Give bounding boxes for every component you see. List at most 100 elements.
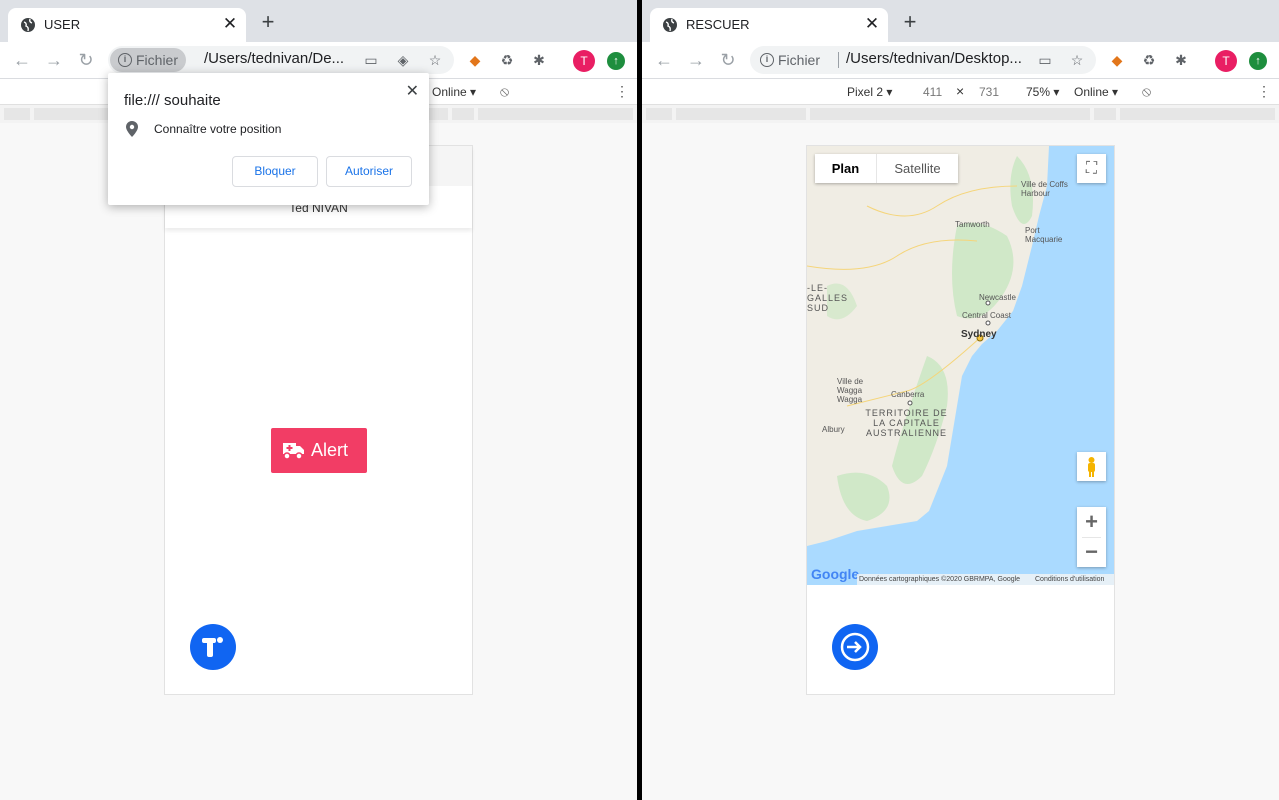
profile-avatar[interactable]: T [573, 50, 595, 72]
zoom-select[interactable]: 75% ▾ [1026, 85, 1059, 99]
map-label-port-macquarie: Port Macquarie [1025, 226, 1063, 244]
new-tab-button[interactable]: + [900, 11, 920, 33]
tab-strip: USER ✕ + [0, 0, 637, 42]
rescuer-browser-window: RESCUER ✕ + ← → ↻ i Fichier /Users/tedni… [642, 0, 1279, 800]
map-label-tamworth: Tamworth [955, 220, 990, 229]
ruler-bar [642, 105, 1279, 123]
network-throttle-select[interactable]: Online ▾ [432, 85, 476, 99]
device-toolbar: Pixel 2 ▾ 411 × 731 75% ▾ Online ▾ ⦸ ⋮ [642, 79, 1279, 105]
address-bar[interactable]: i Fichier /Users/tednivan/Desktop... ▭ ☆ [750, 46, 1096, 74]
recycle-icon[interactable]: ♻ [498, 51, 516, 69]
cast-icon[interactable]: ▭ [362, 51, 380, 69]
zoom-in-button[interactable]: + [1077, 507, 1106, 537]
google-map[interactable]: Ville de Coffs Harbour Tamworth Port Mac… [807, 146, 1114, 585]
t-logo-icon [202, 637, 223, 657]
info-icon: i [118, 53, 132, 67]
map-label-canberra: Canberra [891, 390, 925, 399]
alert-label: Alert [311, 440, 349, 460]
metamask-icon[interactable]: ◆ [466, 51, 484, 69]
update-icon[interactable]: ↑ [1249, 52, 1267, 70]
map-type-satellite[interactable]: Satellite [877, 154, 958, 183]
zoom-out-button[interactable]: − [1077, 537, 1106, 567]
tab-strip: RESCUER ✕ + [642, 0, 1279, 42]
tab-title: RESCUER [686, 17, 750, 32]
url-text: /Users/tednivan/Desktop... [846, 50, 1022, 67]
map-type-plan[interactable]: Plan [815, 154, 877, 183]
map-terms-link[interactable]: Conditions d'utilisation [1035, 574, 1104, 585]
popup-close-icon[interactable]: ✕ [406, 81, 419, 101]
device-select[interactable]: Pixel 2 ▾ [847, 85, 892, 99]
extension-bug-icon[interactable]: ✱ [1172, 51, 1190, 69]
cast-icon[interactable]: ▭ [1036, 51, 1054, 69]
tab-rescuer[interactable]: RESCUER ✕ [650, 8, 888, 42]
update-icon[interactable]: ↑ [607, 52, 625, 70]
tab-title: USER [44, 17, 81, 32]
map-terrain [807, 146, 1114, 585]
allow-button[interactable]: Autoriser [326, 156, 412, 187]
street-view-pegman-icon[interactable] [1077, 452, 1106, 481]
info-icon: i [760, 53, 774, 67]
popup-title: file:/// souhaite [124, 92, 221, 109]
map-label-wagga: Ville de Wagga Wagga [837, 377, 864, 404]
popup-request-text: Connaître votre position [154, 122, 282, 136]
map-label-newcastle: Newcastle [979, 293, 1016, 302]
globe-icon [663, 18, 677, 32]
metamask-icon[interactable]: ◆ [1108, 51, 1126, 69]
map-data-attribution: Données cartographiques ©2020 GBRMPA, Go… [859, 576, 1021, 583]
login-fab-button[interactable] [832, 624, 878, 670]
bookmark-star-icon[interactable]: ☆ [426, 51, 444, 69]
rotate-icon[interactable]: ⦸ [1142, 83, 1151, 100]
map-label-coffs: Ville de Coffs Harbour [1021, 180, 1068, 198]
chip-label: Fichier [778, 52, 821, 68]
sign-in-icon [840, 632, 870, 662]
tab-user[interactable]: USER ✕ [8, 8, 246, 42]
more-options-icon[interactable]: ⋮ [615, 83, 629, 100]
map-label-nsw: -LE-GALLES SUD [807, 283, 849, 313]
rotate-icon[interactable]: ⦸ [500, 83, 509, 100]
dimension-separator: × [956, 83, 965, 99]
chip-label: Fichier [136, 52, 179, 68]
google-logo[interactable]: Google [811, 566, 859, 582]
block-button[interactable]: Bloquer [232, 156, 318, 187]
zoom-control: + − [1077, 507, 1106, 567]
network-throttle-select[interactable]: Online ▾ [1074, 85, 1118, 99]
map-label-albury: Albury [822, 425, 845, 434]
new-tab-button[interactable]: + [258, 11, 278, 33]
user-app-viewport: Ted NIVAN Alert [164, 145, 473, 695]
location-pin-icon [126, 121, 138, 137]
profile-fab-button[interactable] [190, 624, 236, 670]
address-bar[interactable]: i Fichier /Users/tednivan/De... ▭ ◈ ☆ [108, 46, 454, 74]
profile-avatar[interactable]: T [1215, 50, 1237, 72]
reload-icon[interactable]: ↻ [718, 50, 738, 70]
browser-toolbar: ← → ↻ i Fichier /Users/tednivan/Desktop.… [642, 42, 1279, 79]
alert-button[interactable]: Alert [271, 428, 367, 473]
site-info-chip[interactable]: i Fichier [752, 48, 828, 72]
user-browser-window: USER ✕ + ← → ↻ i Fichier /Users/tednivan… [0, 0, 637, 800]
map-type-control: Plan Satellite [815, 154, 958, 183]
site-info-chip[interactable]: i Fichier [110, 48, 187, 72]
close-tab-icon[interactable]: ✕ [222, 15, 238, 33]
ambulance-icon [283, 443, 304, 460]
forward-icon[interactable]: → [686, 50, 706, 70]
map-label-central-coast: Central Coast [962, 311, 1011, 320]
viewport-width[interactable]: 411 [923, 85, 942, 99]
back-icon[interactable]: ← [12, 50, 32, 70]
extension-bug-icon[interactable]: ✱ [530, 51, 548, 69]
map-label-act: TERRITOIRE DE LA CAPITALE AUSTRALIENNE [865, 408, 948, 438]
fullscreen-icon[interactable]: ⛶ [1077, 154, 1106, 183]
location-permission-popup: file:/// souhaite ✕ Connaître votre posi… [108, 73, 429, 205]
reload-icon[interactable]: ↻ [76, 50, 96, 70]
url-text: /Users/tednivan/De... [204, 50, 345, 67]
more-options-icon[interactable]: ⋮ [1257, 83, 1271, 100]
back-icon[interactable]: ← [654, 50, 674, 70]
forward-icon[interactable]: → [44, 50, 64, 70]
map-label-sydney: Sydney [961, 329, 997, 340]
globe-icon [21, 18, 35, 32]
location-blocked-icon[interactable]: ◈ [394, 51, 412, 69]
bookmark-star-icon[interactable]: ☆ [1068, 51, 1086, 69]
close-tab-icon[interactable]: ✕ [864, 15, 880, 33]
map-attribution-bar: Données cartographiques ©2020 GBRMPA, Go… [857, 574, 1114, 585]
recycle-icon[interactable]: ♻ [1140, 51, 1158, 69]
rescuer-app-viewport: Ville de Coffs Harbour Tamworth Port Mac… [806, 145, 1115, 695]
viewport-height[interactable]: 731 [979, 85, 999, 99]
